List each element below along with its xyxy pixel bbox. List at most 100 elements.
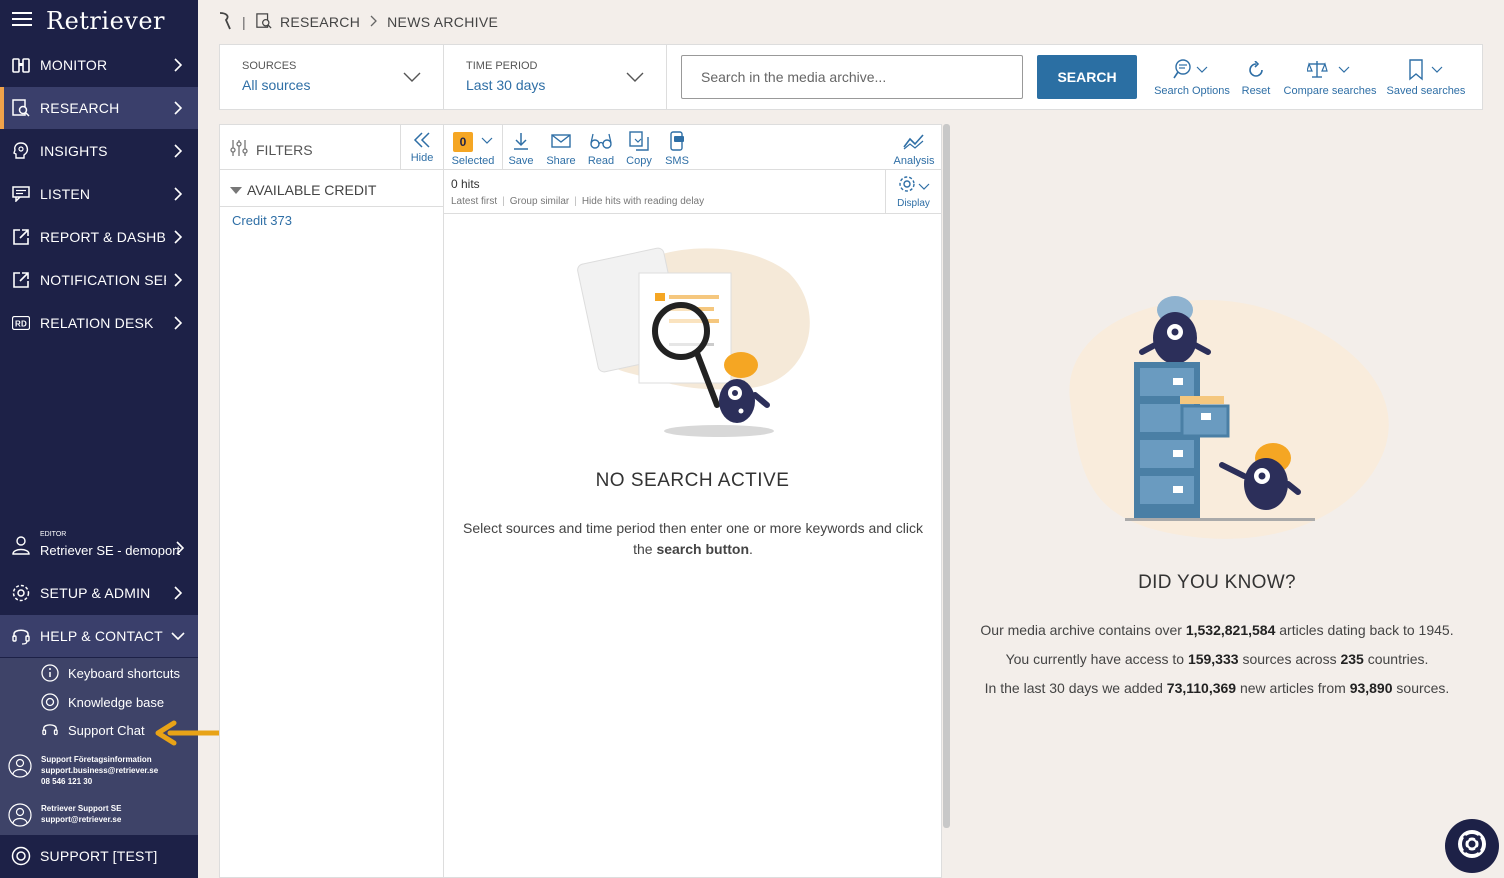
nav-relation-desk[interactable]: RD RELATION DESK: [0, 302, 198, 344]
chevron-down-icon: [166, 632, 190, 640]
results-panel: 0 Selected Save Share Read Copy SMS Anal…: [443, 124, 942, 878]
gear-icon: [11, 583, 31, 603]
editor-account[interactable]: EDITOR Retriever SE - demoport: [0, 524, 198, 572]
envelope-icon: [551, 133, 571, 152]
sort-options: Latest first | Group similar | Hide hits wit…: [451, 196, 705, 207]
share-button[interactable]: Share: [544, 129, 578, 167]
sms-button[interactable]: SMS: [662, 129, 692, 167]
chevron-right-icon: [166, 58, 190, 72]
available-credit-toggle[interactable]: AVAILABLE CREDIT: [230, 182, 376, 198]
display-label: Display: [897, 198, 930, 209]
compare-searches-button[interactable]: Compare searches: [1282, 57, 1378, 97]
reset-button[interactable]: Reset: [1238, 57, 1274, 97]
support-chat-bubble[interactable]: [1445, 819, 1499, 873]
hamburger-menu-icon[interactable]: [12, 11, 32, 32]
save-button[interactable]: Save: [506, 129, 536, 167]
binoculars-icon: [11, 55, 31, 75]
user-circle-icon: [8, 803, 32, 832]
empty-search-illustration: [577, 247, 810, 437]
lifebuoy-icon: [1457, 829, 1487, 864]
group-similar-option[interactable]: Group similar: [510, 196, 569, 207]
user-icon: [11, 535, 31, 560]
empty-state-text: Select sources and time period then ente…: [463, 520, 923, 557]
sidebar: Retriever MONITOR RESEARCH INSIGHTS LIST…: [0, 0, 198, 878]
phone-message-icon: [668, 130, 686, 154]
did-you-know-title: DID YOU KNOW?: [1138, 572, 1296, 593]
tool-label: Compare searches: [1283, 85, 1377, 97]
search-input[interactable]: [681, 55, 1023, 99]
available-credit-label: AVAILABLE CREDIT: [247, 182, 377, 198]
chevron-right-icon: [166, 144, 190, 158]
nav-notification-service[interactable]: NOTIFICATION SERV…: [0, 259, 198, 301]
tool-label: Search Options: [1154, 85, 1230, 97]
read-button[interactable]: Read: [586, 129, 616, 167]
retriever-mark-icon[interactable]: [218, 11, 232, 34]
copy-icon: [629, 130, 649, 154]
selected-button[interactable]: 0 Selected: [447, 129, 499, 167]
nav-label: SETUP & ADMIN: [40, 585, 151, 601]
support-business-contact[interactable]: Support Företagsinformation support.busi…: [8, 754, 158, 787]
chevron-right-icon: [166, 230, 190, 244]
nav-label: RELATION DESK: [40, 315, 154, 331]
breadcrumb-page: NEWS ARCHIVE: [387, 14, 499, 30]
chevron-right-icon: [166, 101, 190, 115]
support-email: support.business@retriever.se: [41, 766, 159, 775]
support-se-contact[interactable]: Retriever Support SE support@retriever.s…: [8, 803, 121, 832]
chevron-right-icon: [166, 316, 190, 330]
chevron-right-icon: [166, 187, 190, 201]
support-phone: 08 546 121 30: [41, 777, 93, 786]
headset-icon: [11, 626, 31, 646]
retriever-logo[interactable]: Retriever: [46, 7, 165, 35]
help-submenu: Keyboard shortcuts Knowledge base Suppor…: [0, 658, 198, 835]
nav-label: INSIGHTS: [40, 143, 108, 159]
hide-delay-option[interactable]: Hide hits with reading delay: [582, 196, 704, 207]
download-icon: [512, 132, 530, 153]
filters-header: FILTERS: [230, 139, 313, 160]
chevron-right-icon: [166, 586, 190, 600]
copy-button[interactable]: Copy: [624, 129, 654, 167]
time-period-select[interactable]: TIME PERIOD Last 30 days: [444, 45, 667, 109]
chevron-down-icon: [481, 136, 493, 148]
nav-support-test[interactable]: SUPPORT [TEST]: [0, 835, 198, 877]
bookmark-icon: [1406, 58, 1446, 85]
info-icon: [40, 663, 60, 683]
nav-setup-admin[interactable]: SETUP & ADMIN: [0, 572, 198, 614]
display-button[interactable]: Display: [885, 170, 941, 213]
nav-label: MONITOR: [40, 57, 108, 73]
empty-state-title: NO SEARCH ACTIVE: [595, 470, 790, 491]
nav-listen[interactable]: LISTEN: [0, 173, 198, 215]
keyboard-shortcuts-link[interactable]: Keyboard shortcuts: [40, 660, 180, 686]
analysis-button[interactable]: Analysis: [891, 129, 937, 167]
results-scrollbar[interactable]: [943, 124, 950, 828]
sources-select[interactable]: SOURCES All sources: [220, 45, 444, 109]
saved-searches-button[interactable]: Saved searches: [1386, 57, 1466, 97]
headset-icon: [40, 720, 60, 740]
scales-icon: [1306, 59, 1353, 84]
sources-caption: SOURCES: [242, 60, 297, 72]
hide-filters-button[interactable]: Hide: [400, 125, 443, 170]
credit-link[interactable]: Credit 373: [232, 213, 292, 228]
lifebuoy-icon: [11, 846, 31, 866]
support-chat-link[interactable]: Support Chat: [40, 717, 145, 743]
gear-icon: [897, 176, 931, 198]
nav-research[interactable]: RESEARCH: [0, 87, 198, 129]
knowledge-base-link[interactable]: Knowledge base: [40, 689, 164, 715]
chevron-right-icon: [176, 541, 185, 560]
dyk-line-2: You currently have access to 159,333 sou…: [1005, 651, 1429, 667]
hits-count: 0 hits: [451, 177, 480, 191]
nav-help-contact[interactable]: HELP & CONTACT: [0, 615, 198, 657]
search-options-button[interactable]: Search Options: [1154, 57, 1230, 97]
nav-report-dashboard[interactable]: REPORT & DASHBOA…: [0, 216, 198, 258]
nav-insights[interactable]: INSIGHTS: [0, 130, 198, 172]
breadcrumb-section[interactable]: RESEARCH: [280, 14, 360, 30]
dyk-line-3: In the last 30 days we added 73,110,369 …: [984, 680, 1450, 696]
sidebar-header: Retriever: [0, 0, 198, 42]
latest-first-option[interactable]: Latest first: [451, 196, 497, 207]
sub-item-label: Keyboard shortcuts: [68, 665, 181, 681]
nav-monitor[interactable]: MONITOR: [0, 44, 198, 86]
search-button[interactable]: SEARCH: [1037, 55, 1137, 99]
did-you-know-illustration: [1069, 296, 1389, 539]
lightbulb-head-icon: [11, 141, 31, 161]
svg-text:RD: RD: [15, 320, 27, 329]
nav-label: REPORT & DASHBOA…: [40, 229, 166, 245]
